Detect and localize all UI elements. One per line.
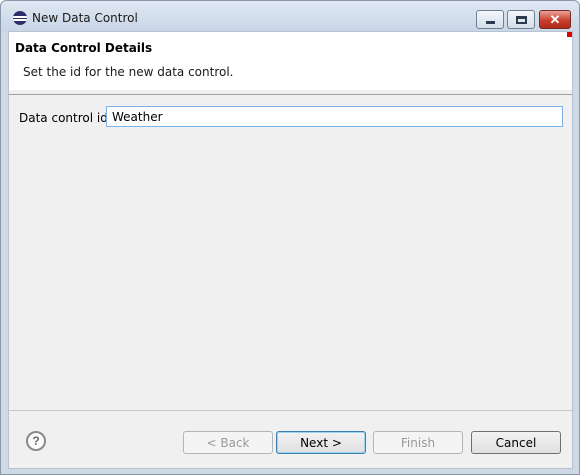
cancel-button[interactable]: Cancel	[471, 431, 561, 454]
maximize-button[interactable]	[507, 10, 535, 29]
page-description: Set the id for the new data control.	[23, 65, 234, 79]
footer-divider	[9, 410, 572, 411]
back-button[interactable]: < Back	[183, 431, 273, 454]
dialog-body: Data Control Details Set the id for the …	[8, 31, 573, 469]
status-marker	[567, 32, 572, 37]
header-divider	[9, 94, 572, 95]
minimize-button[interactable]	[476, 10, 504, 29]
close-icon: ✕	[549, 12, 561, 27]
window-title: New Data Control	[32, 11, 138, 25]
dialog-window: New Data Control ✕ Data Control Details …	[0, 0, 580, 475]
minimize-icon	[486, 21, 495, 24]
data-control-id-label: Data control id:	[19, 111, 112, 125]
finish-button[interactable]: Finish	[373, 431, 463, 454]
close-button[interactable]: ✕	[539, 10, 571, 29]
data-control-id-input[interactable]	[106, 106, 563, 127]
title-bar[interactable]: New Data Control ✕	[1, 1, 579, 31]
maximize-icon	[516, 16, 527, 24]
eclipse-app-icon	[13, 11, 27, 25]
wizard-header: Data Control Details Set the id for the …	[9, 32, 572, 90]
help-icon[interactable]: ?	[26, 431, 46, 451]
page-title: Data Control Details	[15, 41, 153, 55]
next-button[interactable]: Next >	[276, 431, 366, 454]
